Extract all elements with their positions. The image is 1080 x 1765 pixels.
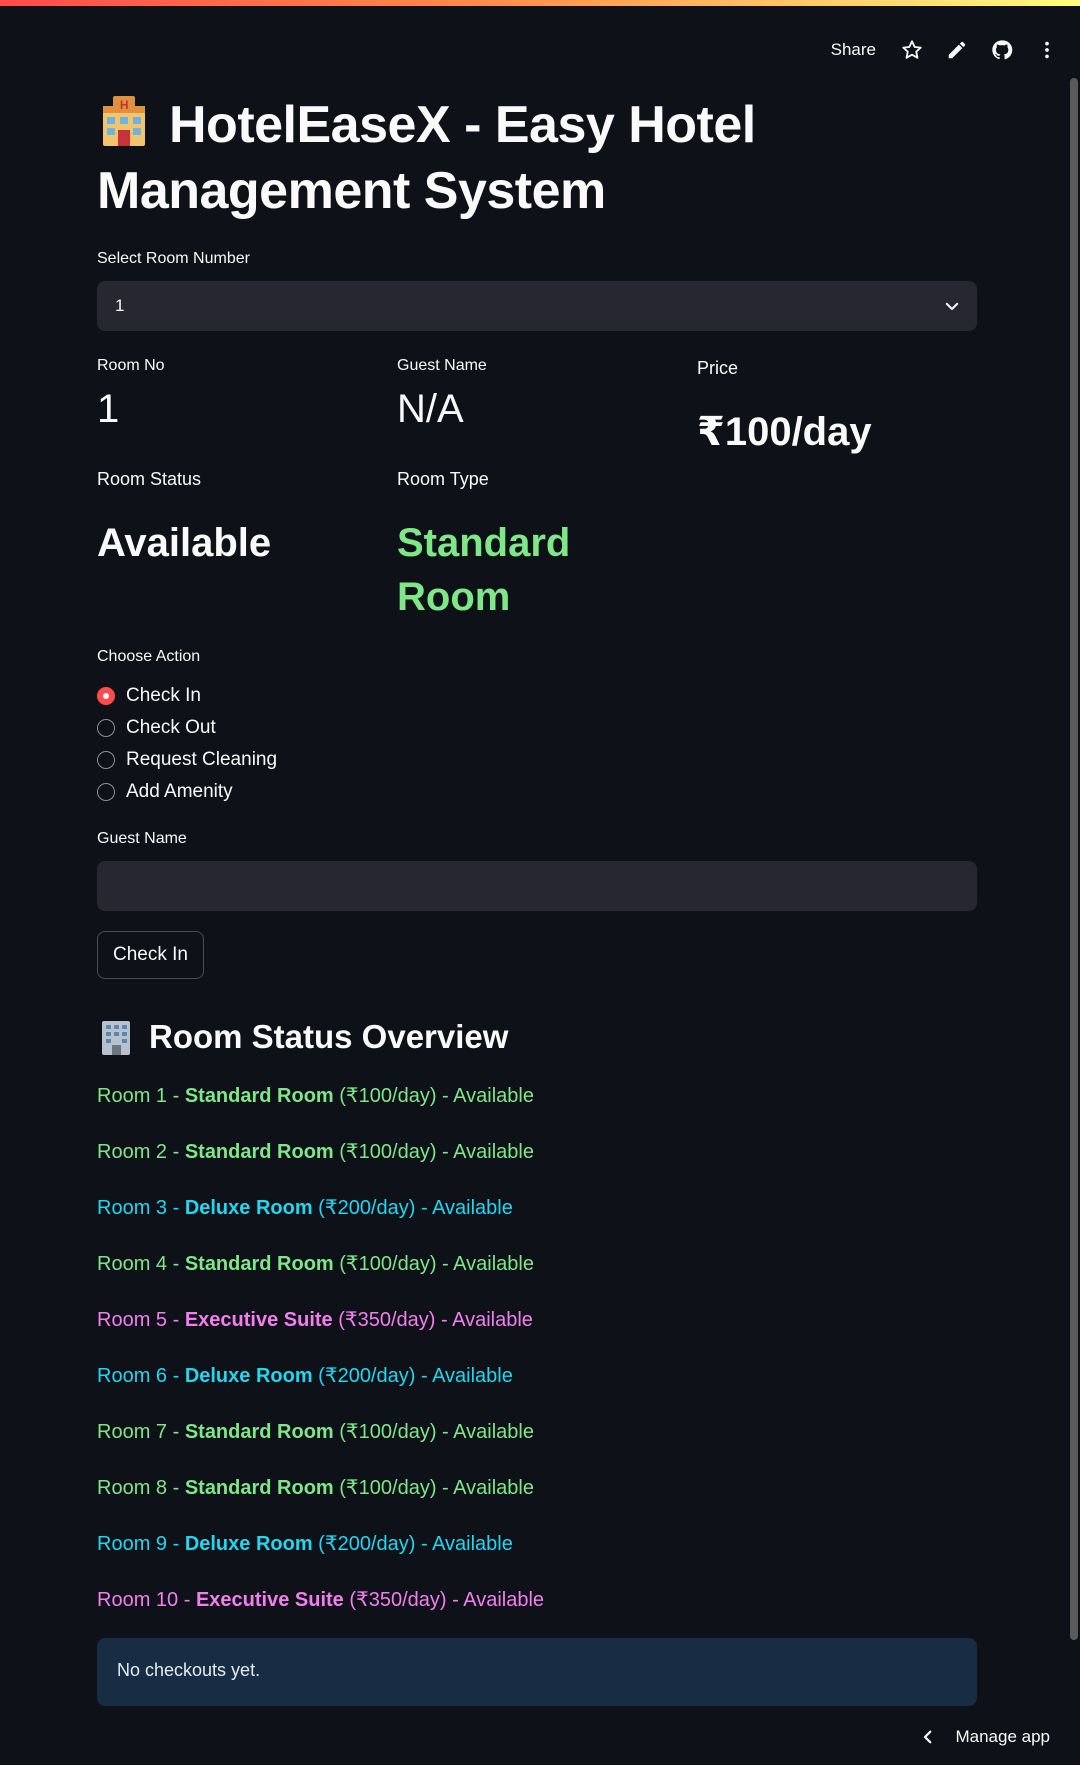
room-type-label: Room Type xyxy=(397,469,489,489)
page-scrollbar[interactable] xyxy=(1070,78,1078,1640)
check-in-button[interactable]: Check In xyxy=(97,931,204,979)
room-line-prefix: Room 7 - xyxy=(97,1421,185,1443)
room-line-suffix: (₹100/day) - Available xyxy=(333,1085,534,1107)
app-toolbar: Share xyxy=(831,36,1080,64)
room-line-type: Deluxe Room xyxy=(184,1533,313,1555)
radio-selected-indicator xyxy=(97,687,115,705)
chevron-down-icon xyxy=(945,302,959,310)
room-status-line: Room 1 - Standard Room (₹100/day) - Avai… xyxy=(97,1082,534,1110)
room-line-type: Executive Suite xyxy=(195,1589,344,1611)
share-button[interactable]: Share xyxy=(831,40,876,60)
room-line-suffix: (₹100/day) - Available xyxy=(333,1141,534,1163)
room-line-prefix: Room 9 - xyxy=(97,1533,185,1555)
room-line-prefix: Room 6 - xyxy=(97,1365,185,1387)
room-line-prefix: Room 2 - xyxy=(97,1141,185,1163)
room-status-label: Room Status xyxy=(97,469,202,489)
room-status-line: Room 5 - Executive Suite (₹350/day) - Av… xyxy=(97,1306,533,1334)
manage-app-button[interactable]: Manage app xyxy=(919,1727,1050,1747)
overview-heading: Room Status Overview xyxy=(97,1016,508,1058)
price-label: Price xyxy=(697,358,739,378)
radio-label: Check Out xyxy=(126,717,216,738)
room-line-prefix: Room 1 - xyxy=(97,1085,185,1107)
room-line-suffix: (₹200/day) - Available xyxy=(312,1365,513,1387)
room-line-prefix: Room 10 - xyxy=(97,1589,196,1611)
room-line-type: Deluxe Room xyxy=(184,1197,313,1219)
page-title-text: HotelEaseX - Easy Hotel Management Syste… xyxy=(97,96,756,220)
action-radio-group: Check In Check Out Request Cleaning Add … xyxy=(97,680,277,808)
room-status-line: Room 9 - Deluxe Room (₹200/day) - Availa… xyxy=(97,1530,513,1558)
room-line-type: Standard Room xyxy=(184,1253,334,1275)
room-status-line: Room 7 - Standard Room (₹100/day) - Avai… xyxy=(97,1418,534,1446)
star-icon[interactable] xyxy=(900,38,924,62)
room-no-label: Room No xyxy=(97,357,165,374)
room-line-prefix: Room 5 - xyxy=(97,1309,185,1331)
room-line-type: Standard Room xyxy=(184,1477,334,1499)
room-status-line: Room 3 - Deluxe Room (₹200/day) - Availa… xyxy=(97,1194,513,1222)
room-line-suffix: (₹100/day) - Available xyxy=(333,1477,534,1499)
more-menu-icon[interactable] xyxy=(1035,38,1059,62)
guest-name-input-label: Guest Name xyxy=(97,830,187,847)
room-line-suffix: (₹350/day) - Available xyxy=(343,1589,545,1611)
room-select-value: 1 xyxy=(115,296,125,315)
radio-label: Add Amenity xyxy=(126,781,233,802)
svg-text:H: H xyxy=(120,98,128,112)
room-no-value: 1 xyxy=(97,387,120,431)
radio-label: Request Cleaning xyxy=(126,749,278,770)
room-line-suffix: (₹100/day) - Available xyxy=(333,1421,534,1443)
radio-add-amenity[interactable]: Add Amenity xyxy=(97,776,277,808)
room-status-line: Room 4 - Standard Room (₹100/day) - Avai… xyxy=(97,1250,534,1278)
page-title: H HotelEaseX - Easy Hotel Management Sys… xyxy=(97,92,977,224)
room-line-suffix: (₹350/day) - Available xyxy=(332,1309,533,1331)
top-decoration-bar xyxy=(0,0,1080,6)
room-type-value: Standard Room xyxy=(397,521,571,619)
hotel-icon: H xyxy=(103,96,145,146)
room-line-suffix: (₹200/day) - Available xyxy=(312,1533,513,1555)
room-status-value: Available xyxy=(97,521,272,565)
guest-name-input[interactable] xyxy=(97,861,977,911)
info-alert-text: No checkouts yet. xyxy=(117,1660,261,1680)
github-icon[interactable] xyxy=(990,38,1014,62)
overview-title: Room Status Overview xyxy=(149,1018,509,1055)
radio-request-cleaning[interactable]: Request Cleaning xyxy=(97,744,277,776)
radio-check-in[interactable]: Check In xyxy=(97,680,277,712)
info-alert: No checkouts yet. xyxy=(97,1638,977,1706)
radio-label: Check In xyxy=(126,685,201,706)
choose-action-label: Choose Action xyxy=(97,648,201,665)
edit-icon[interactable] xyxy=(945,38,969,62)
room-status-line: Room 6 - Deluxe Room (₹200/day) - Availa… xyxy=(97,1362,513,1390)
radio-indicator xyxy=(97,783,115,801)
room-status-line: Room 8 - Standard Room (₹100/day) - Avai… xyxy=(97,1474,534,1502)
room-line-type: Standard Room xyxy=(184,1421,334,1443)
room-status-line: Room 10 - Executive Suite (₹350/day) - A… xyxy=(97,1586,544,1614)
radio-check-out[interactable]: Check Out xyxy=(97,712,277,744)
radio-indicator xyxy=(97,719,115,737)
radio-indicator xyxy=(97,751,115,769)
room-line-type: Executive Suite xyxy=(184,1309,333,1331)
chevron-left-icon xyxy=(924,1730,932,1744)
room-line-prefix: Room 4 - xyxy=(97,1253,185,1275)
room-line-prefix: Room 3 - xyxy=(97,1197,185,1219)
guest-name-metric-value: N/A xyxy=(397,387,464,431)
office-building-icon xyxy=(102,1021,130,1055)
room-line-type: Standard Room xyxy=(184,1141,334,1163)
room-line-suffix: (₹100/day) - Available xyxy=(333,1253,534,1275)
guest-name-metric-label: Guest Name xyxy=(397,357,487,374)
room-line-suffix: (₹200/day) - Available xyxy=(312,1197,513,1219)
room-number-select[interactable]: 1 xyxy=(97,281,977,331)
price-value: ₹100/day xyxy=(697,410,872,454)
room-line-prefix: Room 8 - xyxy=(97,1477,185,1499)
manage-app-label: Manage app xyxy=(955,1727,1050,1746)
room-line-type: Standard Room xyxy=(184,1085,334,1107)
room-select-label: Select Room Number xyxy=(97,250,250,267)
room-line-type: Deluxe Room xyxy=(184,1365,313,1387)
room-status-line: Room 2 - Standard Room (₹100/day) - Avai… xyxy=(97,1138,534,1166)
